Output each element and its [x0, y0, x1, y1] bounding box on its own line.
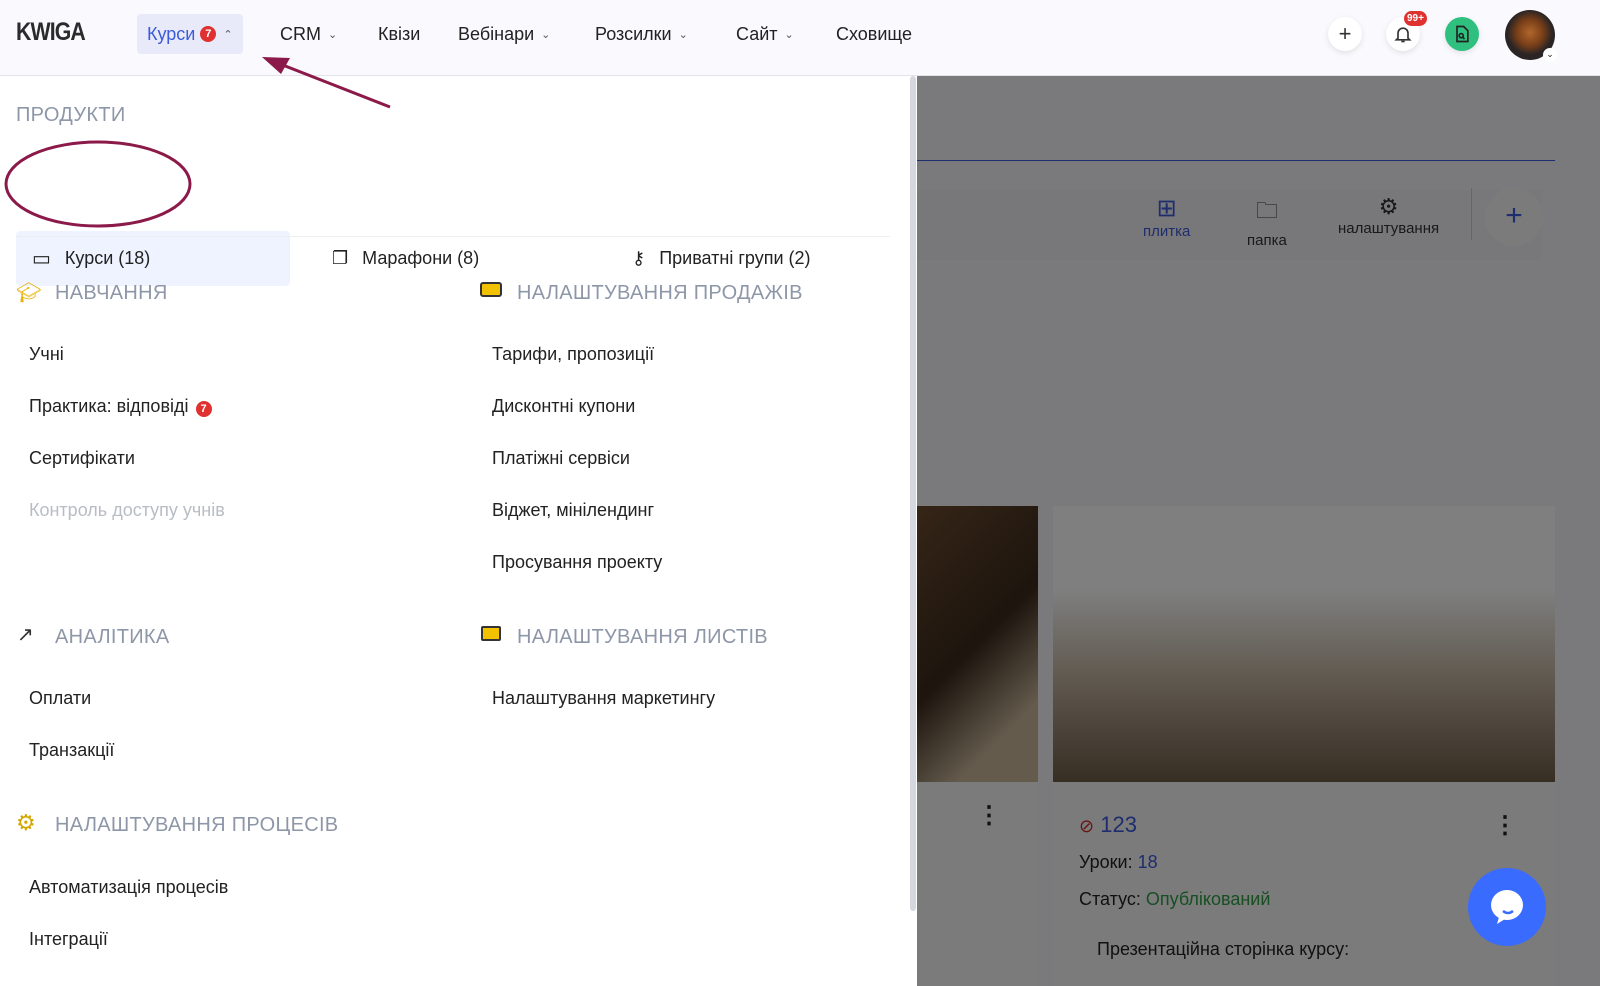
envelope-icon: [481, 626, 501, 641]
video-icon: ▭: [32, 248, 51, 270]
processes-heading: НАЛАШТУВАННЯ ПРОЦЕСІВ: [55, 814, 339, 836]
tab-private-groups[interactable]: ⚷ Приватні групи (2): [616, 231, 876, 286]
menu-item-payment-services[interactable]: Платіжні сервіси: [492, 448, 630, 469]
notifications-button[interactable]: 99+: [1386, 11, 1427, 51]
tab-label: Марафони (8): [362, 248, 480, 268]
analytics-heading: АНАЛІТИКА: [55, 626, 170, 648]
menu-item-automation[interactable]: Автоматизація процесів: [29, 877, 228, 898]
nav-webinars[interactable]: Вебінари ⌄: [448, 14, 560, 54]
tab-label: Приватні групи (2): [659, 248, 811, 268]
nav-courses[interactable]: Курси 7 ⌃: [137, 14, 243, 54]
notifications-badge: 99+: [1404, 11, 1427, 26]
graduation-cap-icon: 🎓︎: [16, 282, 42, 304]
nav-storage[interactable]: Сховище: [826, 14, 922, 54]
nav-site[interactable]: Сайт ⌄: [726, 14, 804, 54]
stack-icon: ❐: [332, 248, 349, 268]
chevron-down-icon: ⌄: [541, 28, 551, 41]
document-search-button[interactable]: [1445, 17, 1479, 51]
menu-item-promotion[interactable]: Просування проекту: [492, 552, 662, 573]
nav-label: Курси: [147, 23, 196, 44]
nav-mailings[interactable]: Розсилки ⌄: [585, 14, 698, 54]
sales-heading: НАЛАШТУВАННЯ ПРОДАЖІВ: [517, 282, 803, 304]
courses-badge: 7: [200, 26, 217, 42]
trending-up-icon: ↗: [17, 624, 34, 646]
menu-item-label: Практика: відповіді: [29, 396, 189, 416]
menu-item-widget[interactable]: Віджет, мінілендинг: [492, 500, 654, 521]
divider: [16, 236, 890, 237]
learning-heading: НАВЧАННЯ: [55, 282, 168, 304]
tab-label: Курси (18): [64, 248, 151, 268]
chevron-down-icon: ⌄: [1543, 48, 1557, 62]
document-search-icon: [1456, 25, 1469, 43]
add-button[interactable]: +: [1328, 17, 1362, 51]
nav-label: Сховище: [836, 23, 913, 44]
menu-item-marketing-settings[interactable]: Налаштування маркетингу: [492, 688, 715, 709]
key-icon: ⚷: [632, 248, 646, 268]
logo[interactable]: KWIGA: [16, 18, 86, 47]
tab-marathons[interactable]: ❐ Марафони (8): [316, 231, 576, 286]
menu-item-access-control: Контроль доступу учнів: [29, 500, 225, 520]
letters-heading: НАЛАШТУВАННЯ ЛИСТІВ: [517, 626, 768, 648]
top-navbar: KWIGA Курси 7 ⌃ CRM ⌄ Квізи Вебінари ⌄ Розси…: [0, 0, 1600, 76]
chevron-down-icon: ⌄: [784, 28, 794, 41]
menu-item-tariffs[interactable]: Тарифи, пропозиції: [492, 344, 654, 365]
nav-label: Вебінари: [458, 23, 535, 44]
nav-label: CRM: [280, 23, 321, 44]
nav-label: Квізи: [378, 23, 421, 44]
menu-item-coupons[interactable]: Дисконтні купони: [492, 396, 635, 417]
chevron-up-icon: ⌃: [223, 28, 233, 41]
plus-icon: +: [1338, 21, 1352, 46]
nav-quizzes[interactable]: Квізи: [368, 14, 430, 54]
menu-item-transactions[interactable]: Транзакції: [29, 740, 114, 761]
nav-label: Сайт: [736, 23, 778, 44]
credit-card-icon: [480, 282, 502, 297]
chevron-down-icon: ⌄: [678, 28, 688, 41]
menu-item-certificates[interactable]: Сертифікати: [29, 448, 135, 469]
menu-item-payments[interactable]: Оплати: [29, 688, 91, 709]
backdrop-overlay[interactable]: [917, 76, 1600, 986]
menu-item-integrations[interactable]: Інтеграції: [29, 929, 108, 950]
menu-item-students[interactable]: Учні: [29, 344, 64, 365]
nav-label: Розсилки: [595, 23, 672, 44]
chevron-down-icon: ⌄: [328, 28, 338, 41]
products-heading: ПРОДУКТИ: [16, 104, 126, 126]
scrollbar[interactable]: [910, 76, 916, 911]
nav-crm[interactable]: CRM ⌄: [270, 14, 347, 54]
practice-badge: 7: [195, 401, 212, 417]
gear-icon: ⚙: [16, 810, 36, 835]
menu-item-practice[interactable]: Практика: відповіді 7: [29, 396, 212, 417]
bell-icon: [1394, 27, 1412, 43]
chat-button[interactable]: [1468, 868, 1546, 946]
courses-dropdown-menu: ПРОДУКТИ ▭ Курси (18) ❐ Марафони (8) ⚷ Прив…: [0, 76, 917, 986]
tab-courses[interactable]: ▭ Курси (18): [16, 231, 290, 286]
chat-icon: [1491, 890, 1523, 924]
